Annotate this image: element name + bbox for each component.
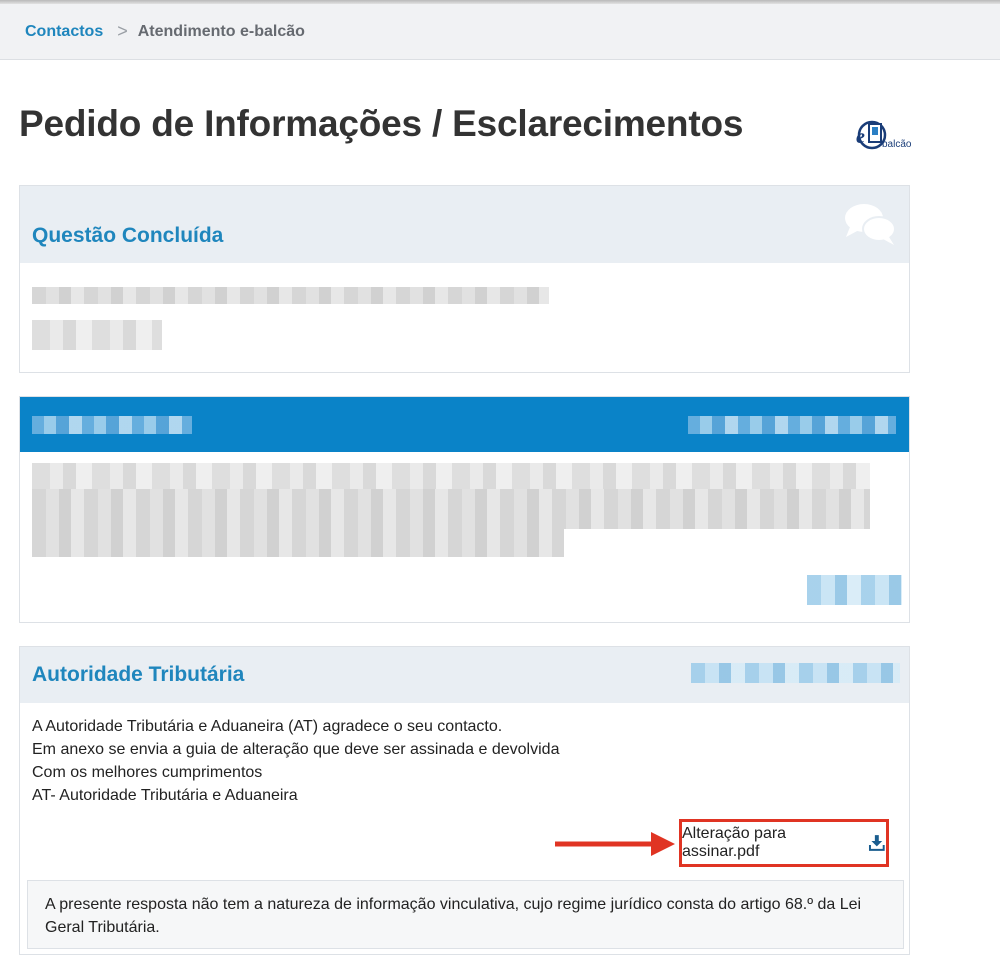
answer-body: A Autoridade Tributária e Aduaneira (AT)… [32, 715, 559, 807]
breadcrumb: Contactos > Atendimento e-balcão [0, 4, 1000, 60]
breadcrumb-current: Atendimento e-balcão [137, 22, 305, 40]
question-card-title: Questão Concluída [32, 224, 224, 247]
redacted-question-text [32, 320, 162, 350]
e-balcao-logo: e balcão [852, 115, 916, 155]
redacted-answer-date [691, 663, 900, 683]
answer-line: Em anexo se envia a guia de alteração qu… [32, 741, 560, 758]
redacted-date [688, 416, 896, 434]
highlight-arrow-icon [555, 832, 675, 856]
redacted-sender [32, 416, 192, 434]
answer-card-title: Autoridade Tributária [32, 663, 245, 686]
question-card: Questão Concluída [19, 185, 910, 373]
question-card-header: Questão Concluída [20, 186, 909, 263]
answer-line: AT- Autoridade Tributária e Aduaneira [32, 787, 298, 804]
answer-card: Autoridade Tributária A Autoridade Tribu… [19, 646, 910, 955]
redacted-message-text [32, 529, 564, 557]
breadcrumb-link-contactos[interactable]: Contactos [25, 23, 103, 41]
redacted-question-text [32, 287, 549, 304]
answer-line: A Autoridade Tributária e Aduaneira (AT)… [32, 718, 503, 735]
message-card-header [20, 397, 909, 452]
attachment-label[interactable]: Alteração para assinar.pdf [682, 825, 864, 861]
logo-letter: e [856, 126, 865, 148]
attachment-download-link[interactable]: Alteração para assinar.pdf [679, 819, 889, 867]
download-icon[interactable] [868, 834, 886, 852]
answer-card-header: Autoridade Tributária [20, 647, 909, 703]
breadcrumb-separator: > [117, 21, 128, 41]
redacted-attachment-link[interactable] [807, 575, 902, 605]
answer-line: Com os melhores cumprimentos [32, 764, 263, 781]
chat-bubbles-icon [845, 204, 896, 245]
redacted-message-text [32, 489, 870, 529]
message-card [19, 396, 910, 623]
redacted-message-text [32, 463, 870, 489]
page-title: Pedido de Informações / Esclarecimentos [19, 103, 744, 144]
logo-text: balcão [882, 139, 912, 150]
non-binding-notice: A presente resposta não tem a natureza d… [27, 880, 904, 949]
